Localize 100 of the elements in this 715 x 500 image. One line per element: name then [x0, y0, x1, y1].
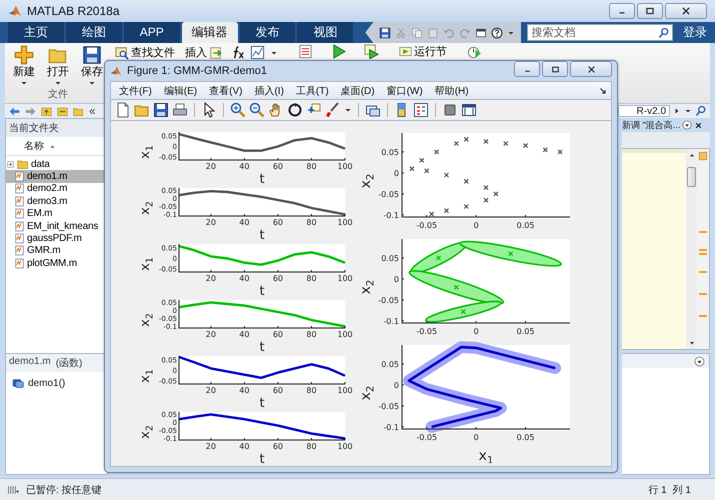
data-point [483, 185, 489, 190]
tick-label: 80 [306, 218, 317, 227]
insert-button[interactable]: 插入 [183, 45, 225, 60]
find-files-button[interactable]: 查找文件 [113, 45, 177, 60]
tick-label: 60 [272, 442, 284, 451]
close-button[interactable] [570, 61, 612, 77]
tick-label: 60 [272, 218, 284, 227]
data-point [424, 168, 430, 174]
menu-item[interactable]: 编辑(E) [160, 84, 204, 98]
sort-ascending-icon [49, 142, 56, 150]
double-chevron-icon[interactable] [88, 106, 96, 116]
panel-grip-icon[interactable] [6, 484, 20, 496]
tick-label: 60 [272, 274, 284, 283]
column-header[interactable]: 名称 [24, 139, 44, 153]
run-section-button[interactable]: 运行节 [397, 44, 449, 59]
menu-item[interactable]: 插入(I) [250, 84, 291, 98]
data-point [503, 140, 508, 146]
scroll-down-icon[interactable] [688, 339, 696, 347]
list-icon[interactable] [298, 44, 313, 59]
matlab-logo-icon [110, 65, 122, 77]
brush-icon[interactable] [325, 102, 341, 118]
m-file-icon [14, 258, 25, 269]
tick-label: 20 [206, 274, 216, 283]
login-link[interactable]: 登录 [683, 22, 708, 43]
caret-icon[interactable] [344, 106, 352, 114]
maximize-button[interactable] [542, 61, 568, 77]
tick-label: -0.05 [416, 327, 438, 336]
dropdown-icon[interactable] [694, 356, 705, 366]
ribbon-button[interactable]: 打开 [43, 44, 73, 88]
dropdown-icon[interactable] [682, 120, 692, 130]
tick-label: 20 [206, 330, 216, 339]
ribbon-tab[interactable]: APP [124, 22, 180, 43]
up-folder-icon[interactable] [40, 106, 53, 116]
ribbon-tab[interactable]: 视图 [297, 22, 354, 43]
search-field[interactable]: 搜索文档 [527, 24, 674, 41]
tick-label: 0 [474, 221, 479, 230]
function-name[interactable]: demo1() [28, 378, 66, 388]
ribbon-tab[interactable]: 主页 [8, 22, 64, 43]
save-icon[interactable] [153, 102, 169, 118]
ribbon-tab[interactable]: 编辑器 [182, 22, 238, 43]
timer-run-icon[interactable] [467, 44, 482, 59]
matlab-logo-icon [8, 4, 22, 18]
ribbon-button[interactable]: 新建 [9, 44, 39, 88]
window-icon[interactable] [475, 26, 488, 38]
menu-item[interactable]: 工具(T) [292, 84, 336, 98]
tick-label: -0.05 [378, 190, 399, 199]
axis-label: t [259, 284, 265, 297]
back-icon[interactable] [8, 106, 21, 116]
menu-item[interactable]: 文件(F) [115, 84, 159, 98]
dock-arrow-icon[interactable] [599, 86, 607, 94]
file-item[interactable]: demo1.m [6, 170, 107, 183]
legend-icon[interactable] [413, 102, 429, 118]
scroll-thumb[interactable] [687, 167, 696, 187]
menu-item[interactable]: 帮助(H) [430, 84, 476, 98]
menu-item[interactable]: 桌面(D) [336, 84, 382, 98]
run-section-icon [399, 45, 412, 58]
new-file-icon[interactable] [115, 102, 131, 118]
search-icon[interactable] [658, 27, 670, 39]
close-button[interactable] [665, 3, 707, 19]
status-message: 已暂停: 按任意键 [26, 484, 102, 496]
column-number: 列 1 [672, 484, 691, 496]
ribbon-tab[interactable]: 发布 [240, 22, 296, 43]
menu-item[interactable]: 窗口(W) [382, 84, 430, 98]
print-icon[interactable] [172, 102, 188, 118]
window-icon[interactable] [461, 102, 477, 118]
data-point [409, 166, 414, 172]
plus-icon [14, 45, 34, 65]
tick-label: 0.05 [381, 254, 399, 263]
m-file-icon [14, 245, 25, 256]
rotate-icon[interactable] [287, 102, 303, 118]
tick-label: 0 [474, 327, 479, 336]
folder-item[interactable]: data [6, 158, 107, 170]
search-icon[interactable] [695, 105, 707, 117]
path-field[interactable]: R-v2.0 [618, 105, 670, 117]
tick-label: 0.05 [516, 433, 534, 442]
save-icon [82, 45, 102, 65]
chart-icon[interactable] [250, 45, 265, 60]
data-point [493, 191, 498, 196]
ribbon-tab[interactable]: 绘图 [66, 22, 122, 43]
tick-label: 20 [206, 386, 216, 395]
menu-item[interactable]: 查看(V) [205, 84, 250, 98]
close-icon[interactable] [694, 120, 704, 130]
square-icon[interactable] [442, 102, 458, 118]
caret-icon[interactable] [684, 107, 692, 115]
save-icon[interactable] [379, 26, 392, 38]
browse-folder-icon[interactable] [56, 106, 69, 116]
tick-label: 100 [337, 218, 353, 227]
editor-tab[interactable]: 新调 "混合高... [622, 118, 680, 132]
scrollbar[interactable] [686, 149, 697, 349]
run-advance-icon[interactable] [364, 44, 379, 59]
chevron-icon[interactable] [673, 107, 681, 115]
m-file-icon [14, 233, 25, 244]
insert-icon [209, 46, 223, 60]
help-icon[interactable] [491, 26, 504, 38]
file-name: demo1.m [9, 356, 51, 369]
zoom-in-icon[interactable] [230, 102, 246, 118]
zoom-out-icon[interactable] [249, 102, 265, 118]
tick-label: 20 [206, 442, 216, 451]
maximize-button[interactable] [637, 3, 663, 19]
tick-label: 100 [337, 330, 353, 339]
